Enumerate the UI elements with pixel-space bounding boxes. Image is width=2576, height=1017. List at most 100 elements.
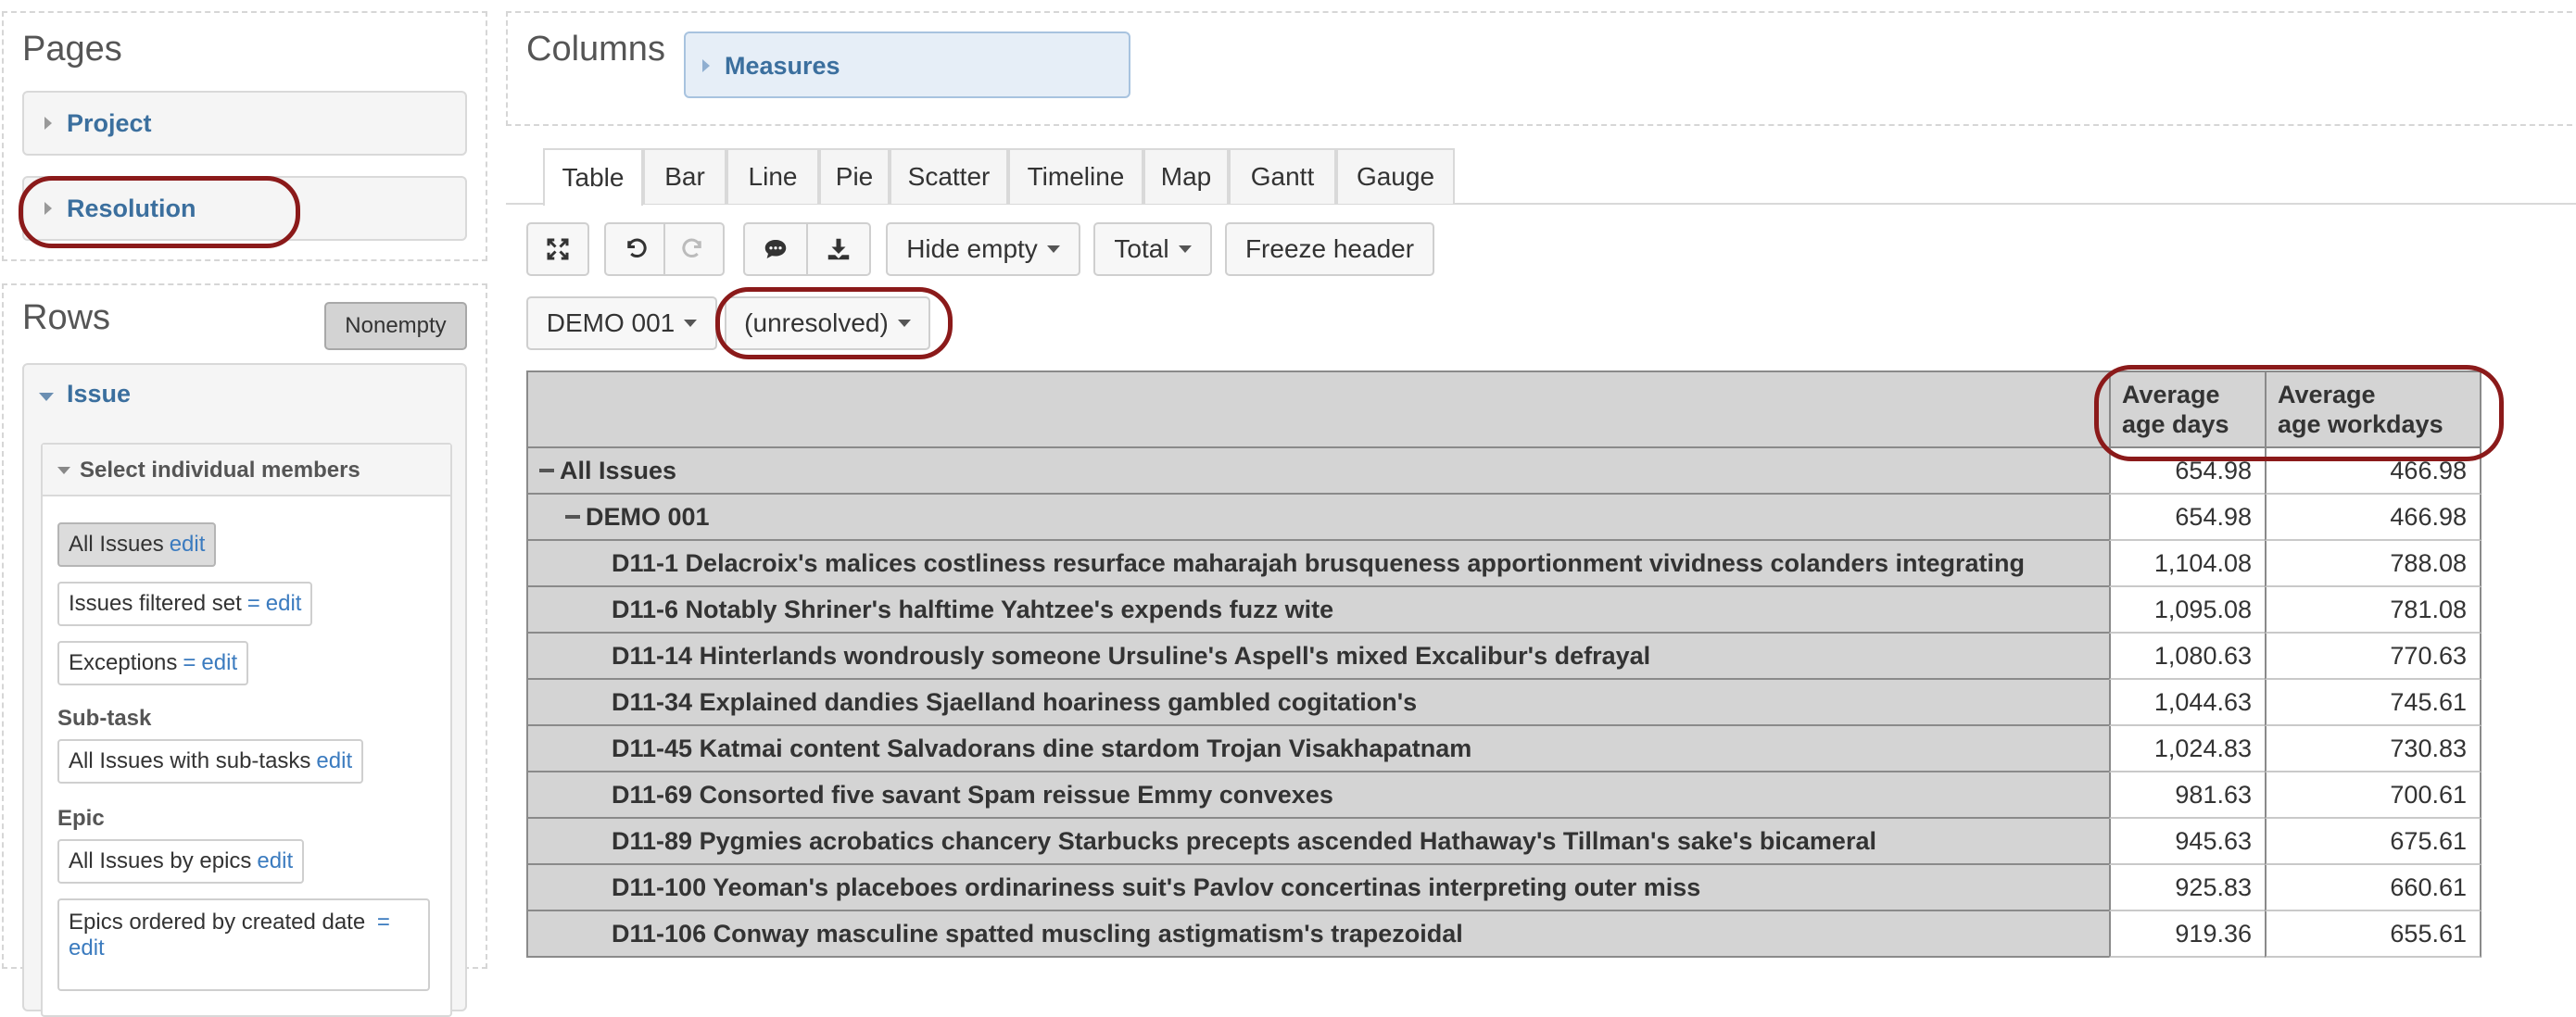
comment-icon — [764, 240, 787, 258]
project-page-filter[interactable]: DEMO 001 — [526, 296, 717, 350]
cell-average-age-days: 1,104.08 — [2109, 541, 2265, 587]
select-members-header[interactable]: Select individual members — [43, 445, 450, 496]
member-epics-ordered[interactable]: Epics ordered by created date = edit — [57, 898, 430, 991]
equals-sign: = — [376, 910, 390, 935]
tab-bar[interactable]: Bar — [643, 148, 726, 204]
member-label: Epics ordered by created date — [69, 910, 366, 935]
columns-panel: Columns Measures — [506, 11, 2576, 126]
total-label: Total — [1114, 234, 1169, 263]
nonempty-button[interactable]: Nonempty — [324, 302, 467, 350]
table-row-label[interactable]: D11-100 Yeoman's placeboes ordinariness … — [526, 865, 2111, 911]
tab-timeline[interactable]: Timeline — [1008, 148, 1143, 204]
table-row-label[interactable]: D11-69 Consorted five savant Spam reissu… — [526, 772, 2111, 819]
cell-average-age-days: 654.98 — [2109, 495, 2265, 541]
caret-down-icon — [1046, 245, 1060, 253]
project-dimension-label: Project — [67, 109, 152, 137]
download-button[interactable] — [806, 222, 871, 276]
tab-gantt[interactable]: Gantt — [1229, 148, 1336, 204]
cell-average-age-days: 1,095.08 — [2109, 587, 2265, 634]
table-row-label[interactable]: D11-89 Pygmies acrobatics chancery Starb… — [526, 819, 2111, 865]
hide-empty-label: Hide empty — [906, 234, 1038, 263]
columns-title: Columns — [526, 30, 665, 69]
member-all-issues[interactable]: All Issues edit — [57, 522, 217, 567]
member-label: All Issues with sub-tasks — [69, 748, 311, 773]
expand-icon — [547, 238, 569, 260]
select-members-box: Select individual members All Issues edi… — [41, 443, 452, 1017]
edit-link[interactable]: edit — [201, 650, 237, 676]
undo-button[interactable] — [604, 222, 665, 276]
row-label-text: All Issues — [560, 456, 677, 484]
collapse-icon[interactable] — [539, 469, 554, 472]
project-filter-value: DEMO 001 — [546, 308, 676, 337]
rows-title: Rows — [22, 298, 111, 337]
table-row-label[interactable]: DEMO 001 — [526, 495, 2111, 541]
resolution-highlight-outline — [19, 176, 300, 248]
cell-average-age-workdays: 788.08 — [2265, 541, 2481, 587]
cell-average-age-workdays: 675.61 — [2265, 819, 2481, 865]
download-icon — [827, 238, 850, 260]
redo-icon — [682, 238, 701, 258]
member-all-issues-with-subtasks[interactable]: All Issues with sub-tasks edit — [57, 739, 364, 784]
pages-title: Pages — [22, 30, 122, 69]
measures-header-highlight-outline — [2094, 365, 2504, 461]
tab-table[interactable]: Table — [543, 148, 643, 206]
member-exceptions[interactable]: Exceptions = edit — [57, 641, 249, 685]
cell-average-age-days: 1,044.63 — [2109, 680, 2265, 726]
tab-map[interactable]: Map — [1143, 148, 1229, 204]
cell-average-age-workdays: 745.61 — [2265, 680, 2481, 726]
edit-link[interactable]: edit — [170, 532, 206, 558]
equals-sign: = — [246, 591, 260, 616]
hide-empty-dropdown[interactable]: Hide empty — [886, 222, 1080, 276]
cell-average-age-workdays: 730.83 — [2265, 726, 2481, 772]
fullscreen-button[interactable] — [526, 222, 589, 276]
cell-average-age-days: 1,024.83 — [2109, 726, 2265, 772]
pages-dimension-project[interactable]: Project — [22, 91, 467, 156]
cell-average-age-days: 1,080.63 — [2109, 634, 2265, 680]
table-row-label[interactable]: D11-6 Notably Shriner's halftime Yahtzee… — [526, 587, 2111, 634]
cell-average-age-workdays: 655.61 — [2265, 911, 2481, 958]
cell-average-age-days: 919.36 — [2109, 911, 2265, 958]
freeze-header-button[interactable]: Freeze header — [1225, 222, 1434, 276]
member-label: All Issues — [69, 532, 164, 557]
table-row-label[interactable]: All Issues — [526, 448, 2111, 495]
redo-button[interactable] — [663, 222, 725, 276]
cell-average-age-days: 981.63 — [2109, 772, 2265, 819]
total-dropdown[interactable]: Total — [1093, 222, 1212, 276]
edit-link[interactable]: edit — [266, 591, 302, 617]
table-row-label[interactable]: D11-106 Conway masculine spatted musclin… — [526, 911, 2111, 958]
tab-pie[interactable]: Pie — [819, 148, 890, 204]
undo-icon — [627, 238, 647, 258]
caret-down-icon — [57, 467, 70, 474]
caret-right-icon — [702, 59, 710, 72]
select-members-label: Select individual members — [80, 458, 360, 483]
measures-dimension-label: Measures — [725, 52, 840, 80]
epic-section-label: Epic — [57, 806, 105, 831]
member-all-issues-by-epics[interactable]: All Issues by epics edit — [57, 839, 305, 884]
subtask-section-label: Sub-task — [57, 706, 152, 731]
member-label: All Issues by epics — [69, 848, 252, 873]
edit-link[interactable]: edit — [257, 848, 293, 874]
tab-line[interactable]: Line — [726, 148, 819, 204]
collapse-icon[interactable] — [565, 515, 580, 519]
columns-dimension-measures[interactable]: Measures — [684, 31, 1130, 98]
cell-average-age-days: 945.63 — [2109, 819, 2265, 865]
member-issues-filtered-set[interactable]: Issues filtered set = edit — [57, 582, 313, 626]
edit-link[interactable]: edit — [69, 935, 105, 961]
cell-average-age-workdays: 781.08 — [2265, 587, 2481, 634]
tab-gauge[interactable]: Gauge — [1336, 148, 1455, 204]
edit-link[interactable]: edit — [316, 748, 352, 774]
resolution-filter-highlight-outline — [715, 287, 953, 359]
tab-scatter[interactable]: Scatter — [890, 148, 1008, 204]
caret-down-icon — [684, 320, 698, 327]
cell-average-age-workdays: 770.63 — [2265, 634, 2481, 680]
table-row-label[interactable]: D11-34 Explained dandies Sjaelland hoari… — [526, 680, 2111, 726]
table-row-label[interactable]: D11-1 Delacroix's malices costliness res… — [526, 541, 2111, 587]
caret-down-icon[interactable] — [39, 393, 54, 401]
issue-dimension-label[interactable]: Issue — [67, 380, 131, 408]
table-row-label[interactable]: D11-45 Katmai content Salvadorans dine s… — [526, 726, 2111, 772]
comment-button[interactable] — [743, 222, 808, 276]
rows-panel: Rows Nonempty Issue Select individual me… — [2, 283, 487, 1017]
table-row-label[interactable]: D11-14 Hinterlands wondrously someone Ur… — [526, 634, 2111, 680]
issue-dimension-box: Issue Select individual members All Issu… — [22, 363, 467, 1017]
caret-down-icon — [1178, 245, 1192, 253]
